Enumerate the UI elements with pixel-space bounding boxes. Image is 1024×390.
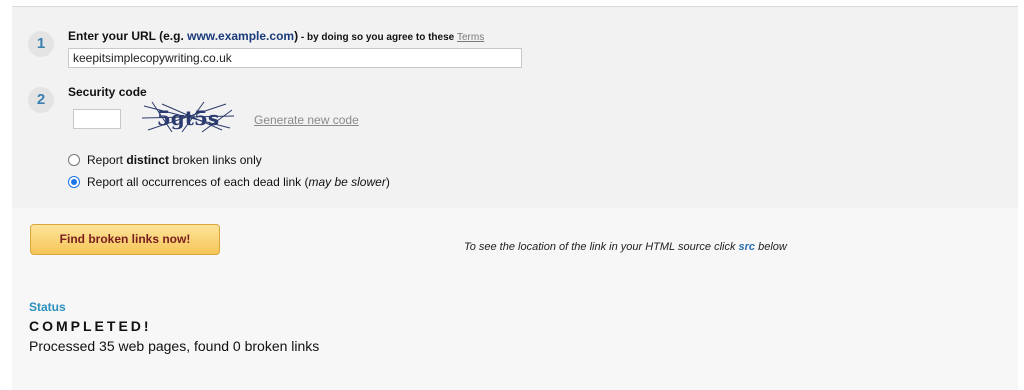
status-value: COMPLETED! bbox=[29, 318, 152, 334]
status-label: Status bbox=[29, 300, 66, 314]
option-distinct-bold: distinct bbox=[126, 153, 170, 167]
form-panel: 1 Enter your URL (e.g. www.example.com) … bbox=[12, 7, 1018, 208]
url-label-prefix: Enter your URL (e.g. bbox=[68, 29, 188, 43]
src-hint-after: below bbox=[755, 241, 787, 253]
step-1-number: 1 bbox=[28, 31, 54, 57]
captcha-image: 5gt5s bbox=[142, 100, 234, 134]
generate-new-code-link[interactable]: Generate new code bbox=[254, 113, 359, 127]
terms-note: - by doing so you agree to these bbox=[298, 32, 457, 43]
security-code-label: Security code bbox=[68, 85, 147, 99]
option-all-after: ) bbox=[385, 175, 390, 189]
src-hint-before: To see the location of the link in your … bbox=[464, 241, 739, 253]
results-panel: Find broken links now! To see the locati… bbox=[12, 208, 1018, 390]
option-all[interactable]: Report all occurrences of each dead link… bbox=[68, 175, 390, 189]
url-label-example: www.example.com bbox=[187, 29, 295, 43]
option-all-italic: may be slower bbox=[308, 175, 386, 189]
terms-link[interactable]: Terms bbox=[457, 32, 484, 43]
option-distinct-after: broken links only bbox=[169, 153, 262, 167]
option-distinct-before: Report bbox=[87, 153, 127, 167]
url-label: Enter your URL (e.g. www.example.com) - … bbox=[68, 29, 484, 43]
src-keyword: src bbox=[738, 241, 756, 253]
src-hint: To see the location of the link in your … bbox=[464, 241, 787, 253]
option-distinct-label: Report distinct broken links only bbox=[87, 153, 262, 167]
find-broken-links-button[interactable]: Find broken links now! bbox=[30, 224, 220, 255]
captcha-text: 5gt5s bbox=[157, 106, 219, 130]
security-code-input[interactable] bbox=[73, 109, 121, 129]
option-all-label: Report all occurrences of each dead link… bbox=[87, 175, 390, 189]
url-input[interactable] bbox=[68, 48, 522, 68]
radio-distinct[interactable] bbox=[68, 154, 80, 166]
radio-all[interactable] bbox=[68, 176, 80, 188]
option-all-before: Report all occurrences of each dead link… bbox=[87, 175, 309, 189]
step-2-number: 2 bbox=[28, 87, 54, 113]
status-detail: Processed 35 web pages, found 0 broken l… bbox=[29, 338, 320, 354]
option-distinct[interactable]: Report distinct broken links only bbox=[68, 153, 262, 167]
